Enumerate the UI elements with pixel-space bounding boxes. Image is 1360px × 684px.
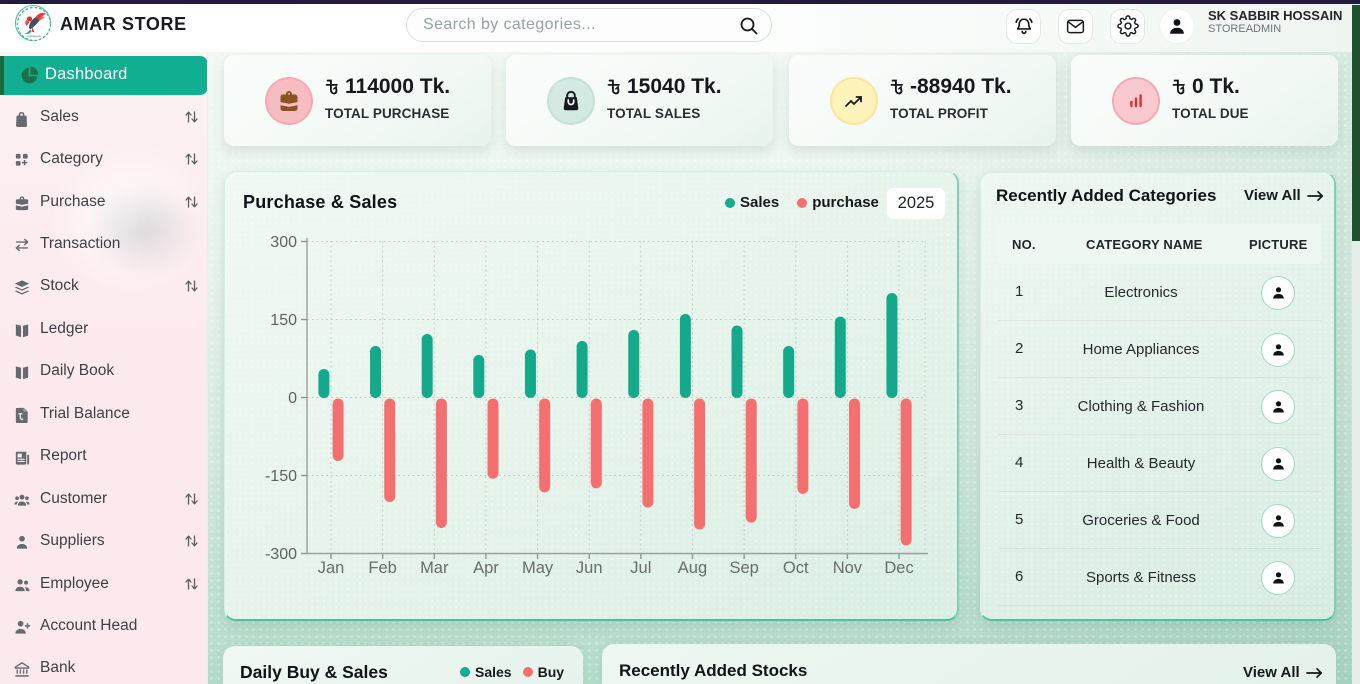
svg-text:May: May (522, 559, 554, 577)
svg-text:Nov: Nov (833, 559, 863, 577)
svg-text:Apr: Apr (473, 559, 499, 577)
svg-text:Aug: Aug (678, 559, 707, 577)
svg-text:Feb: Feb (368, 559, 396, 577)
svg-text:-150: -150 (265, 468, 297, 485)
svg-text:Dec: Dec (884, 559, 913, 577)
svg-text:Jul: Jul (630, 559, 651, 577)
svg-text:0: 0 (288, 390, 297, 407)
svg-text:Mar: Mar (420, 559, 449, 577)
svg-text:300: 300 (270, 234, 297, 251)
svg-text:Sep: Sep (729, 559, 758, 577)
svg-text:Jan: Jan (318, 559, 345, 577)
svg-text:Jun: Jun (576, 559, 603, 577)
svg-text:Oct: Oct (783, 559, 809, 577)
svg-text:150: 150 (270, 312, 297, 329)
svg-text:-300: -300 (265, 546, 297, 563)
